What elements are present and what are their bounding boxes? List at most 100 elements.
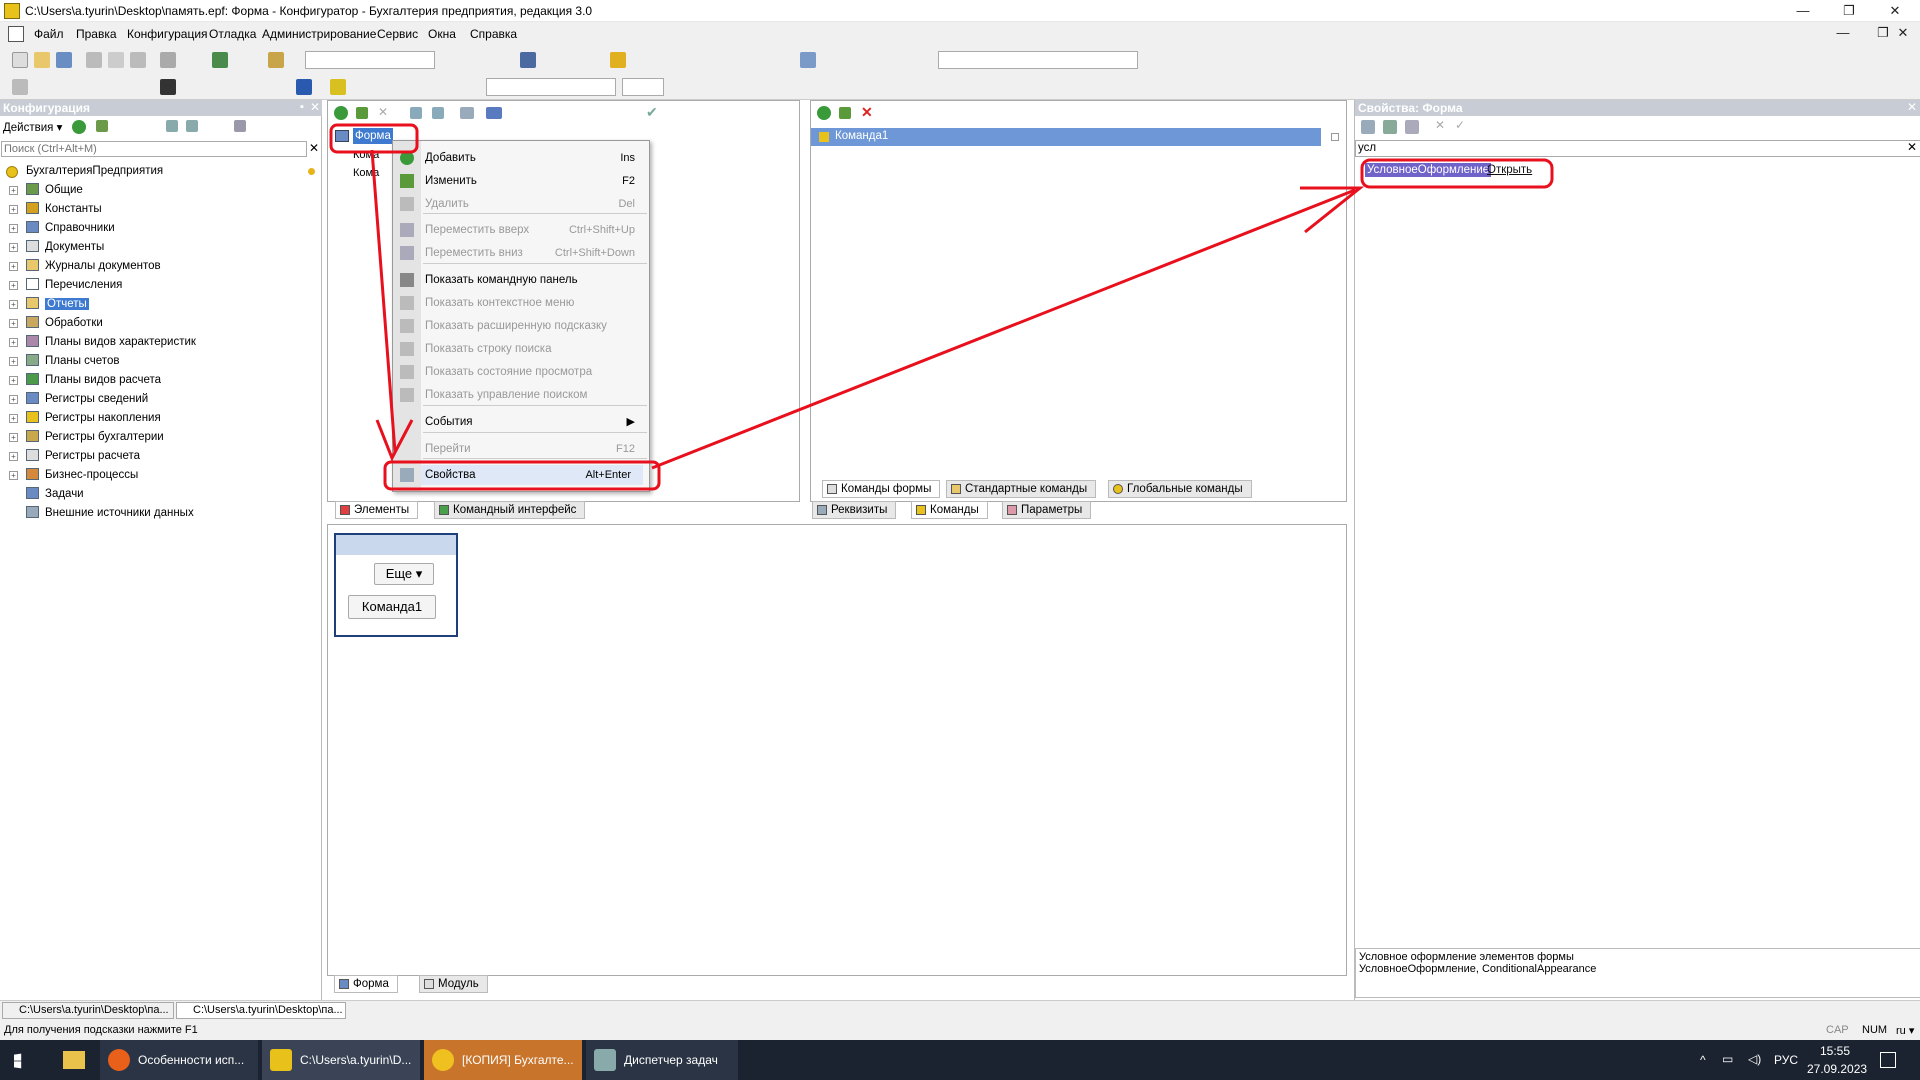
context-menu-item[interactable]: Изменить F2 — [400, 171, 647, 191]
tab-command-interface[interactable]: Командный интерфейс — [434, 501, 586, 519]
context-menu-item[interactable]: Показать состояние просмотра — [400, 362, 647, 382]
tree-item[interactable]: Регистры бухгалтерии — [26, 429, 164, 446]
explorer-icon[interactable] — [63, 1051, 85, 1069]
edit-icon[interactable] — [96, 120, 108, 132]
cut-icon[interactable] — [86, 52, 102, 68]
menu-help[interactable]: Справка — [470, 27, 517, 41]
move-down-icon[interactable] — [186, 120, 198, 132]
tab-standard-commands[interactable]: Стандартные команды — [946, 480, 1097, 498]
close-button[interactable]: ✕ — [1872, 0, 1918, 22]
tree-item[interactable]: Журналы документов — [26, 258, 161, 275]
tab-module[interactable]: Модуль — [419, 975, 488, 993]
tray-chevron-icon[interactable]: ^ — [1700, 1053, 1706, 1067]
bg-color-icon[interactable] — [330, 79, 346, 95]
config-search-input[interactable] — [1, 141, 307, 157]
doc-close-button[interactable]: ✕ — [1880, 23, 1920, 43]
tree-expand-icon[interactable]: + — [9, 186, 18, 195]
tree-expand-icon[interactable]: + — [9, 357, 18, 366]
properties-search-input[interactable]: усл — [1355, 140, 1920, 157]
config-combo[interactable] — [938, 51, 1138, 69]
tray-time[interactable]: 15:55 — [1820, 1044, 1850, 1058]
tab-commands[interactable]: Команды — [911, 501, 988, 519]
task-firefox[interactable]: Особенности исп... — [100, 1040, 258, 1080]
accept-icon[interactable]: ✓ — [1455, 118, 1465, 132]
tray-date[interactable]: 27.09.2023 — [1807, 1062, 1867, 1076]
task-task-manager[interactable]: Диспетчер задач — [586, 1040, 738, 1080]
tab-elements[interactable]: Элементы — [335, 501, 419, 519]
edit-command-icon[interactable] — [839, 107, 851, 119]
minimize-button[interactable]: — — [1780, 0, 1826, 22]
tree-expand-icon[interactable]: + — [9, 281, 18, 290]
monitor-icon[interactable] — [486, 107, 502, 119]
tab-global-commands[interactable]: Глобальные команды — [1108, 480, 1252, 498]
delete-command-icon[interactable]: ✕ — [861, 104, 873, 121]
context-menu-item[interactable]: Добавить Ins — [400, 148, 647, 168]
open-icon[interactable] — [34, 52, 50, 68]
tree-item[interactable]: Планы видов характеристик — [26, 334, 196, 351]
context-menu-item[interactable]: Свойства Alt+Enter — [400, 465, 643, 485]
tree-item[interactable]: Регистры расчета — [26, 448, 140, 465]
tree-root[interactable]: БухгалтерияПредприятия — [26, 163, 163, 180]
tree-item[interactable]: Константы — [26, 201, 102, 218]
element-child-1[interactable]: Кома — [353, 149, 379, 161]
property-name[interactable]: УсловноеОформление — [1365, 163, 1492, 177]
up-icon[interactable] — [410, 107, 422, 119]
move-up-icon[interactable] — [166, 120, 178, 132]
edit-element-icon[interactable] — [356, 107, 368, 119]
menu-debug[interactable]: Отладка — [209, 27, 256, 41]
context-menu-item[interactable]: Показать контекстное меню — [400, 293, 647, 313]
windows-start-icon[interactable] — [14, 1053, 22, 1069]
maximize-button[interactable]: ❐ — [1826, 0, 1872, 22]
tree-item[interactable]: Внешние источники данных — [26, 505, 194, 522]
font-color-icon[interactable] — [296, 79, 312, 95]
context-menu-item[interactable]: Переместить вниз Ctrl+Shift+Down — [400, 243, 647, 263]
font-field[interactable] — [486, 78, 616, 96]
actions-menu[interactable]: Действия ▾ — [3, 120, 62, 134]
context-menu-item[interactable]: Перейти F12 — [425, 439, 647, 459]
form-root-item[interactable]: Форма — [353, 128, 393, 144]
context-menu-item[interactable]: Показать строку поиска — [400, 339, 647, 359]
add-element-icon[interactable] — [334, 106, 348, 120]
more-button[interactable]: Еще ▾ — [374, 563, 434, 585]
tree-item[interactable]: Справочники — [26, 220, 115, 237]
grid-icon[interactable] — [12, 79, 28, 95]
layout-icon[interactable] — [460, 107, 474, 119]
tree-expand-icon[interactable]: + — [9, 414, 18, 423]
copy-icon[interactable] — [108, 52, 124, 68]
context-menu-item[interactable]: События ▶ — [425, 412, 647, 432]
paste-icon[interactable] — [130, 52, 146, 68]
menu-admin[interactable]: Администрирование — [262, 27, 376, 41]
close-properties-icon[interactable]: ✕ — [1907, 100, 1917, 114]
clear-icon[interactable]: ✕ — [1435, 118, 1445, 132]
print-icon[interactable] — [160, 52, 176, 68]
tree-item[interactable]: Бизнес-процессы — [26, 467, 138, 484]
tree-item[interactable]: Планы счетов — [26, 353, 119, 370]
clear-props-search-icon[interactable]: ✕ — [1907, 140, 1917, 154]
tree-item[interactable]: Регистры сведений — [26, 391, 148, 408]
undo-icon[interactable] — [212, 52, 228, 68]
window-icon[interactable] — [800, 52, 816, 68]
menu-edit[interactable]: Правка — [76, 27, 117, 41]
sort-icon[interactable] — [1361, 120, 1375, 134]
tab-attributes[interactable]: Реквизиты — [812, 501, 897, 519]
context-menu-item[interactable]: Показать командную панель — [400, 270, 647, 290]
tree-expand-icon[interactable]: + — [9, 224, 18, 233]
volume-icon[interactable]: ◁) — [1748, 1052, 1761, 1066]
tree-item[interactable]: Регистры накопления — [26, 410, 161, 427]
menu-windows[interactable]: Окна — [428, 27, 456, 41]
delete-element-icon[interactable]: ✕ — [378, 105, 388, 119]
property-open-link[interactable]: Открыть — [1487, 164, 1532, 176]
tab-parameters[interactable]: Параметры — [1002, 501, 1092, 519]
tree-expand-icon[interactable]: + — [9, 471, 18, 480]
tree-expand-icon[interactable]: + — [9, 300, 18, 309]
close-panel-icon[interactable]: ✕ — [310, 100, 320, 114]
new-icon[interactable] — [12, 52, 28, 68]
tree-item[interactable]: Планы видов расчета — [26, 372, 161, 389]
info-icon[interactable] — [610, 52, 626, 68]
size-field[interactable] — [622, 78, 664, 96]
notifications-icon[interactable] — [1880, 1052, 1896, 1068]
context-menu-item[interactable]: Показать расширенную подсказку — [400, 316, 647, 336]
filter-props-icon[interactable] — [1405, 120, 1419, 134]
clear-search-icon[interactable]: ✕ — [309, 141, 319, 155]
element-child-2[interactable]: Кома — [353, 167, 379, 179]
